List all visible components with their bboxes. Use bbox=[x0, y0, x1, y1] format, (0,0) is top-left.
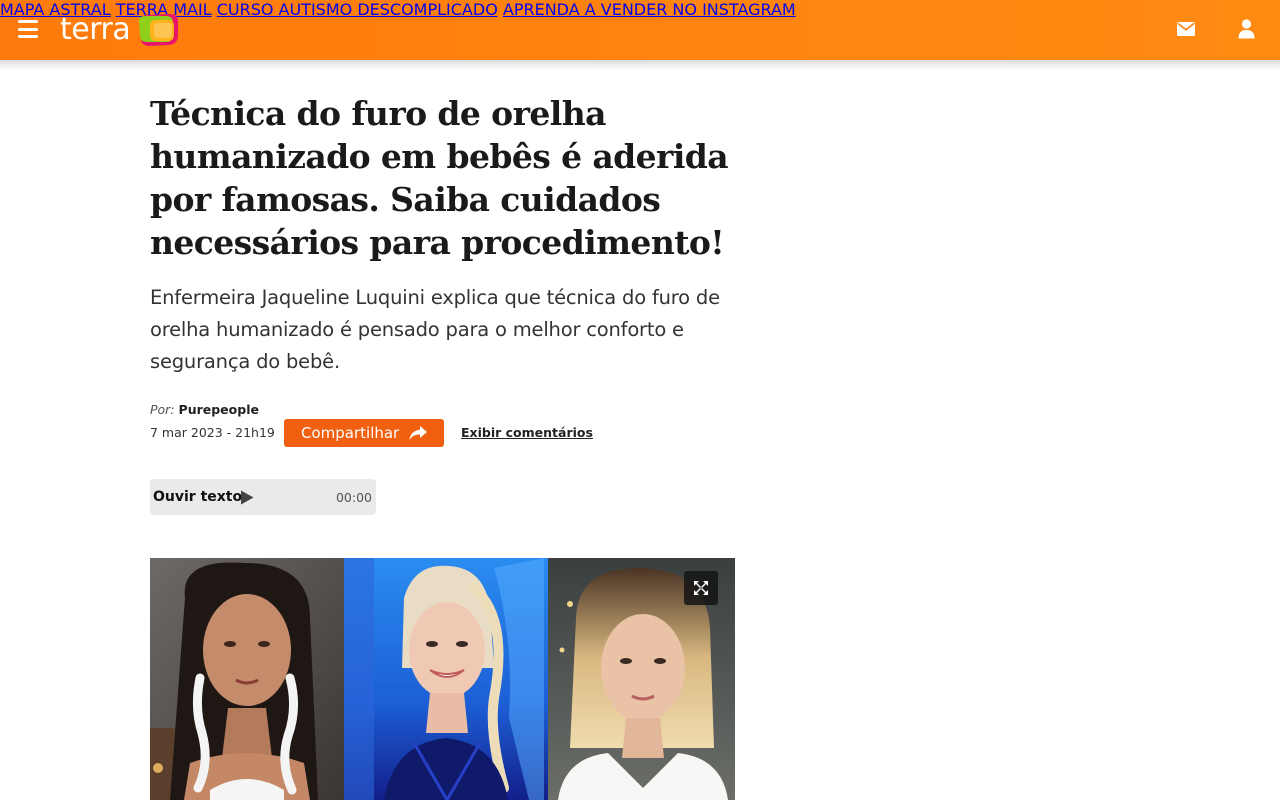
article-byline: Por: Purepeople bbox=[150, 402, 259, 417]
terra-logo[interactable]: terra bbox=[60, 12, 180, 48]
expand-image-button[interactable] bbox=[684, 571, 718, 605]
author-name[interactable]: Purepeople bbox=[179, 402, 259, 417]
publish-date: 7 mar 2023 - 21h19 bbox=[150, 425, 275, 440]
byline-prefix: Por: bbox=[150, 402, 175, 417]
article-subtitle: Enfermeira Jaqueline Luquini explica que… bbox=[150, 286, 720, 373]
menu-icon[interactable] bbox=[18, 20, 38, 38]
play-icon[interactable] bbox=[240, 490, 254, 505]
show-comments-link[interactable]: Exibir comentários bbox=[461, 425, 593, 440]
portrait-2-image bbox=[344, 558, 548, 800]
logo-mark-icon bbox=[139, 14, 179, 46]
article-title: Técnica do furo de orelha humanizado em … bbox=[150, 94, 729, 262]
audio-time: 00:00 bbox=[335, 490, 372, 505]
nav-link-aprenda-instagram[interactable]: APRENDA A VENDER NO INSTAGRAM bbox=[503, 0, 796, 19]
logo-text: terra bbox=[60, 12, 131, 47]
expand-icon bbox=[694, 581, 708, 595]
article-lead-image[interactable] bbox=[150, 558, 735, 800]
nav-link-curso-autismo[interactable]: CURSO AUTISMO DESCOMPLICADO bbox=[217, 0, 498, 19]
user-icon[interactable] bbox=[1238, 19, 1255, 39]
portrait-1-image bbox=[150, 558, 344, 800]
image-panel-1 bbox=[150, 558, 344, 800]
share-button[interactable]: Compartilhar bbox=[284, 419, 444, 447]
share-button-label: Compartilhar bbox=[301, 424, 400, 442]
image-panel-2 bbox=[344, 558, 548, 800]
mail-icon[interactable] bbox=[1177, 22, 1195, 36]
header-divider bbox=[0, 60, 1280, 72]
audio-player: Ouvir texto 00:00 bbox=[150, 479, 376, 515]
audio-label: Ouvir texto bbox=[153, 489, 243, 505]
top-navigation-bar: terra MAPA ASTRAL TERRA MAIL CURSO AUTIS… bbox=[0, 0, 1280, 60]
share-arrow-icon bbox=[409, 426, 427, 440]
